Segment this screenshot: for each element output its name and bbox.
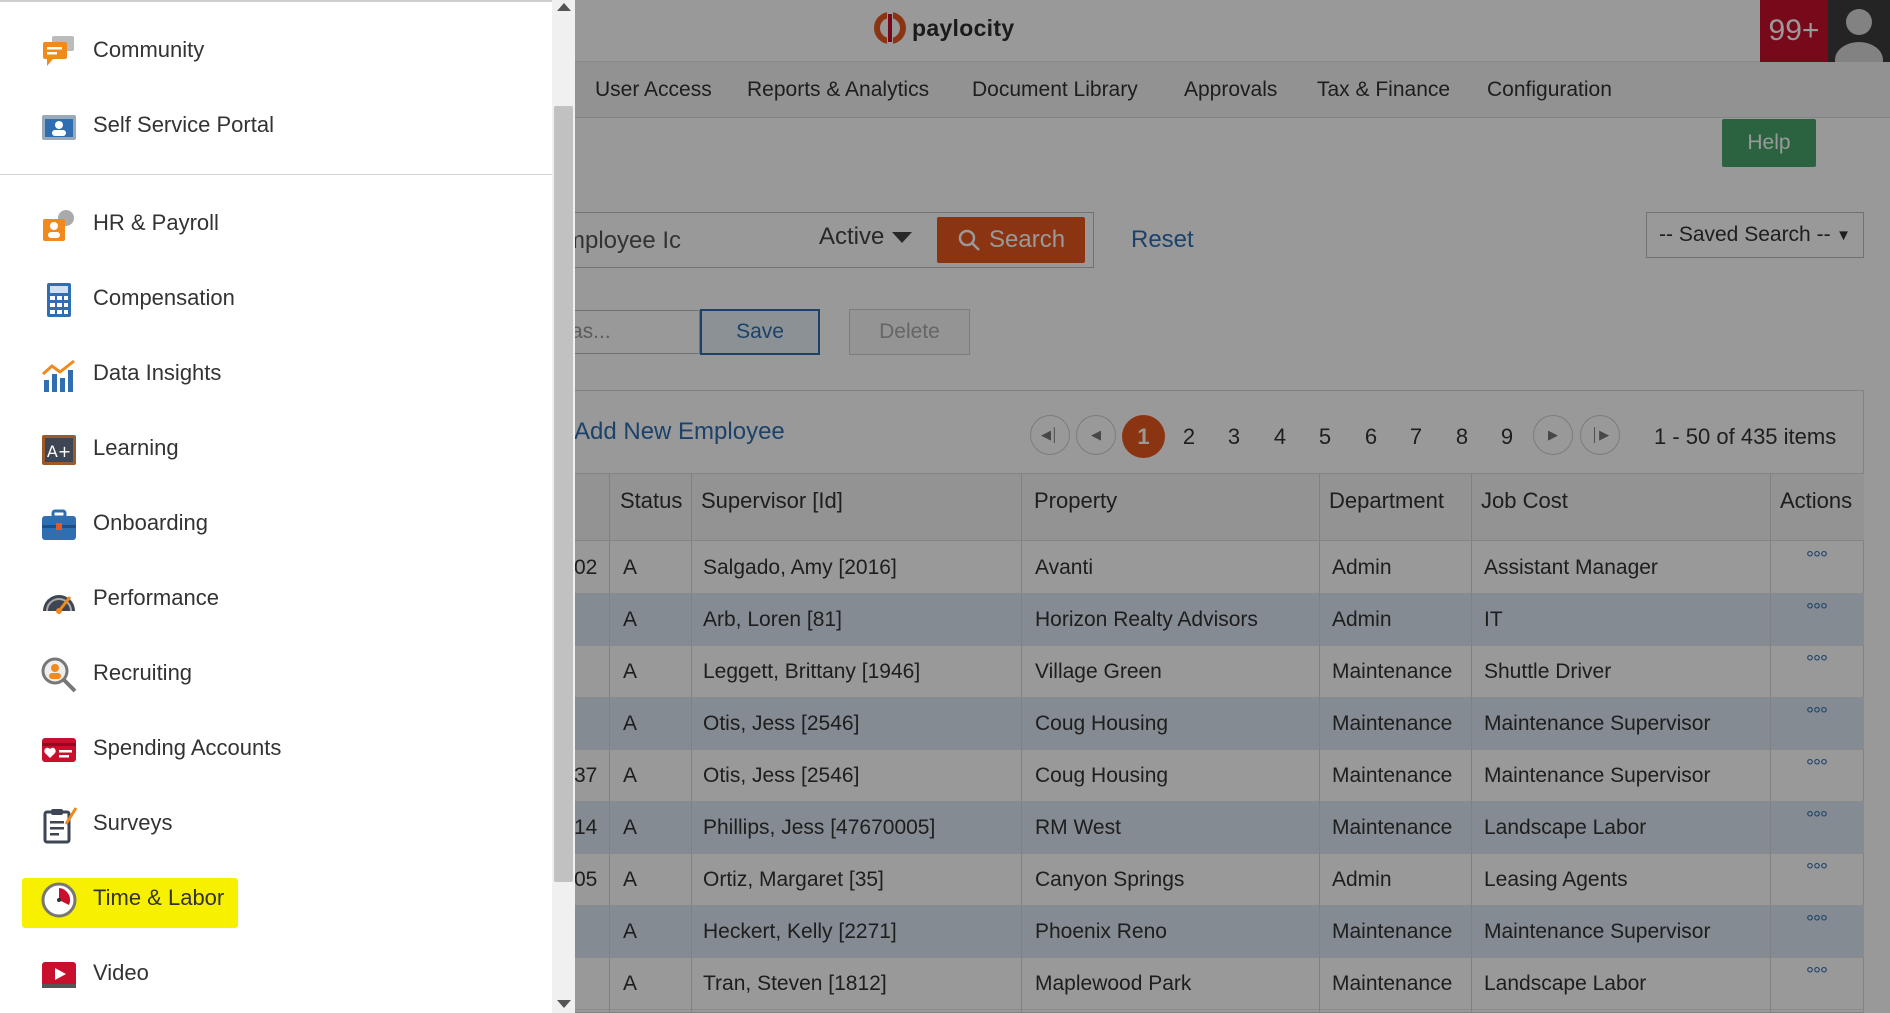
menu-item-data-insights[interactable]: Data Insights bbox=[0, 343, 552, 403]
scroll-down-icon[interactable] bbox=[557, 1000, 571, 1008]
menu-item-label: Time & Labor bbox=[93, 885, 225, 910]
onboarding-icon bbox=[42, 509, 76, 540]
menu-item-label: Onboarding bbox=[93, 510, 208, 535]
performance-icon bbox=[43, 595, 75, 614]
menu-item-label: Spending Accounts bbox=[93, 735, 282, 760]
surveys-icon bbox=[43, 807, 78, 844]
menu-item-learning[interactable]: A+ Learning bbox=[0, 418, 552, 478]
menu-item-label: Performance bbox=[93, 585, 219, 610]
menu-item-video[interactable]: Video bbox=[0, 943, 552, 1003]
compensation-icon bbox=[47, 283, 71, 317]
menu-divider bbox=[0, 174, 552, 175]
menu-item-self-service-portal[interactable]: Self Service Portal bbox=[0, 95, 552, 155]
menu-item-hr-payroll[interactable]: HR & Payroll bbox=[0, 193, 552, 253]
scrollbar-thumb[interactable] bbox=[554, 106, 573, 882]
menu-item-time-labor[interactable]: Time & Labor bbox=[0, 868, 552, 928]
app-menu-drawer: Community Self Service Portal HR & Payro… bbox=[0, 0, 575, 1013]
menu-item-onboarding[interactable]: Onboarding bbox=[0, 493, 552, 553]
data-insights-icon bbox=[42, 359, 75, 392]
learning-icon: A+ bbox=[42, 435, 76, 465]
menu-item-label: Learning bbox=[93, 435, 179, 460]
drawer-scrollbar[interactable] bbox=[552, 0, 575, 1013]
self-service-portal-icon bbox=[42, 115, 76, 140]
menu-item-label: Data Insights bbox=[93, 360, 222, 385]
scroll-up-icon[interactable] bbox=[557, 3, 571, 11]
time-labor-icon bbox=[41, 882, 77, 918]
hr-payroll-icon bbox=[43, 210, 74, 241]
drawer-top-border bbox=[0, 0, 552, 2]
menu-item-performance[interactable]: Performance bbox=[0, 568, 552, 628]
menu-item-surveys[interactable]: Surveys bbox=[0, 793, 552, 853]
svg-text:A+: A+ bbox=[47, 442, 71, 461]
menu-item-label: Compensation bbox=[93, 285, 235, 310]
menu-item-label: Recruiting bbox=[93, 660, 193, 685]
menu-item-recruiting[interactable]: Recruiting bbox=[0, 643, 552, 703]
menu-item-label: Video bbox=[93, 960, 149, 985]
menu-item-community[interactable]: Community bbox=[0, 20, 552, 80]
video-icon bbox=[42, 962, 76, 988]
community-icon bbox=[43, 36, 74, 66]
recruiting-icon bbox=[41, 657, 77, 693]
spending-accounts-icon bbox=[42, 738, 76, 762]
menu-item-label: Self Service Portal bbox=[93, 112, 274, 137]
menu-item-label: HR & Payroll bbox=[93, 210, 219, 235]
menu-item-spending-accounts[interactable]: Spending Accounts bbox=[0, 718, 552, 778]
menu-item-label: Community bbox=[93, 37, 205, 62]
menu-item-compensation[interactable]: Compensation bbox=[0, 268, 552, 328]
menu-item-label: Surveys bbox=[93, 810, 173, 835]
